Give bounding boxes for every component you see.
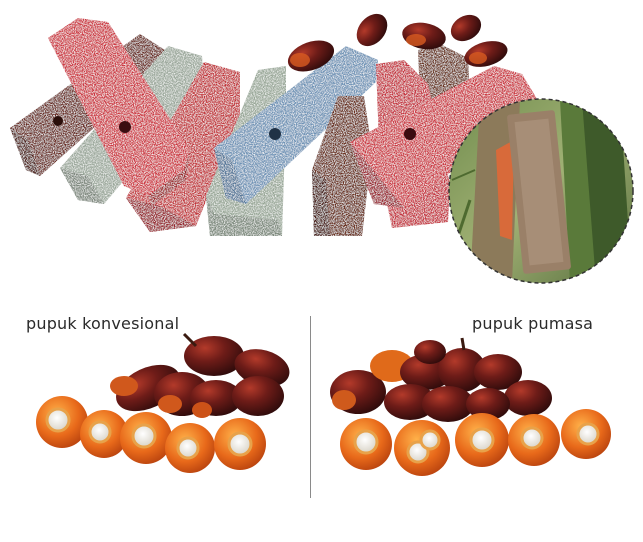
fruit-bunch-conventional [36,332,290,473]
block-hole [404,128,416,140]
fruit-half [394,420,450,476]
fruit-bunch-pumasa [330,337,611,476]
block-hole [269,128,281,140]
caption-pumasa: pupuk pumasa [472,314,594,333]
photo-collage [10,13,634,476]
fruit-half [340,418,392,470]
block-hole [119,121,131,133]
block-hole [53,116,63,126]
fruit-half [455,413,509,467]
fruit-half [120,412,172,464]
fruit-half [36,396,88,448]
fruit-half [165,423,215,473]
palm-trunk-inset [448,98,634,284]
caption-conventional: pupuk konvesional [26,314,180,333]
fruit-half [214,418,266,470]
fruit-half [561,409,611,459]
fruit-half [508,414,560,466]
divider [310,316,311,498]
